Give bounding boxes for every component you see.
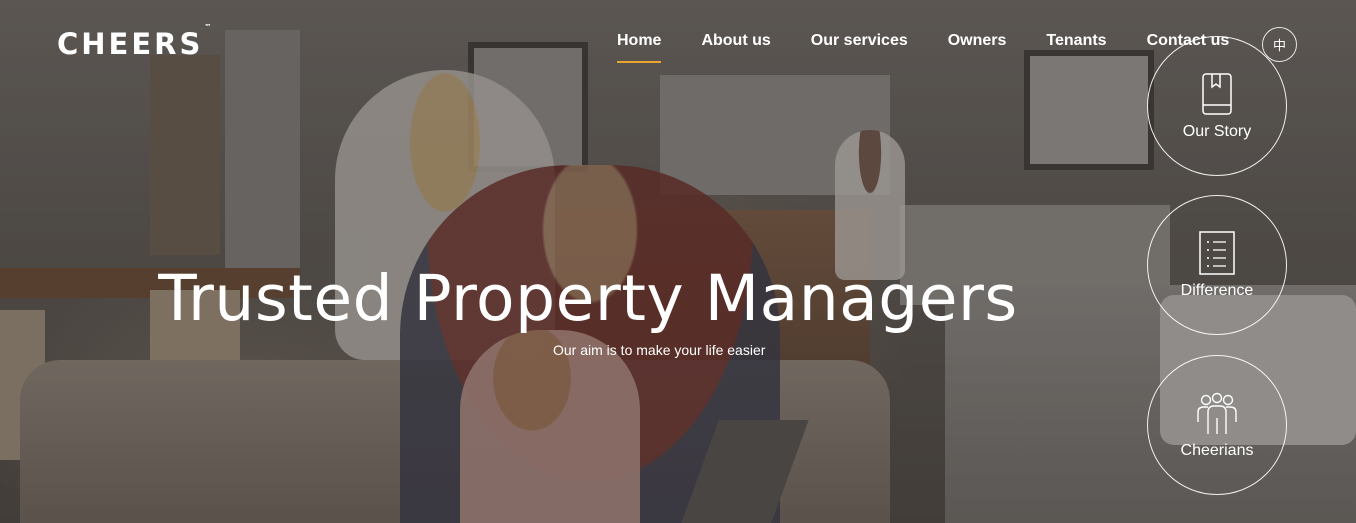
nav-item-tenants[interactable]: Tenants <box>1046 32 1106 50</box>
cheerians-link[interactable]: Cheerians <box>1147 355 1287 495</box>
trademark-symbol: ™ <box>204 23 212 32</box>
logo-text: CHEERS <box>57 27 204 61</box>
nav-item-our-services[interactable]: Our services <box>811 32 908 50</box>
book-icon <box>1202 73 1232 115</box>
nav-item-owners[interactable]: Owners <box>948 32 1007 50</box>
hero-title-text: Trusted Property Managers <box>158 262 1018 335</box>
hero-banner: CHEERS™ Home About us Our services Owner… <box>0 0 1356 523</box>
nav-item-home[interactable]: Home <box>617 32 662 63</box>
language-toggle-label: 中 <box>1272 39 1286 54</box>
our-story-link[interactable]: Our Story <box>1147 36 1287 176</box>
hero-subtitle: Our aim is to make your life easier <box>553 342 766 358</box>
nav-item-about-us[interactable]: About us <box>701 32 770 50</box>
people-icon <box>1197 392 1237 434</box>
cheerians-label: Cheerians <box>1180 442 1254 459</box>
hero-title: Trusted Property Managers <box>0 262 1356 335</box>
logo[interactable]: CHEERS™ <box>57 23 211 61</box>
main-nav: Home About us Our services Owners Tenant… <box>617 32 1229 63</box>
our-story-label: Our Story <box>1182 123 1252 140</box>
